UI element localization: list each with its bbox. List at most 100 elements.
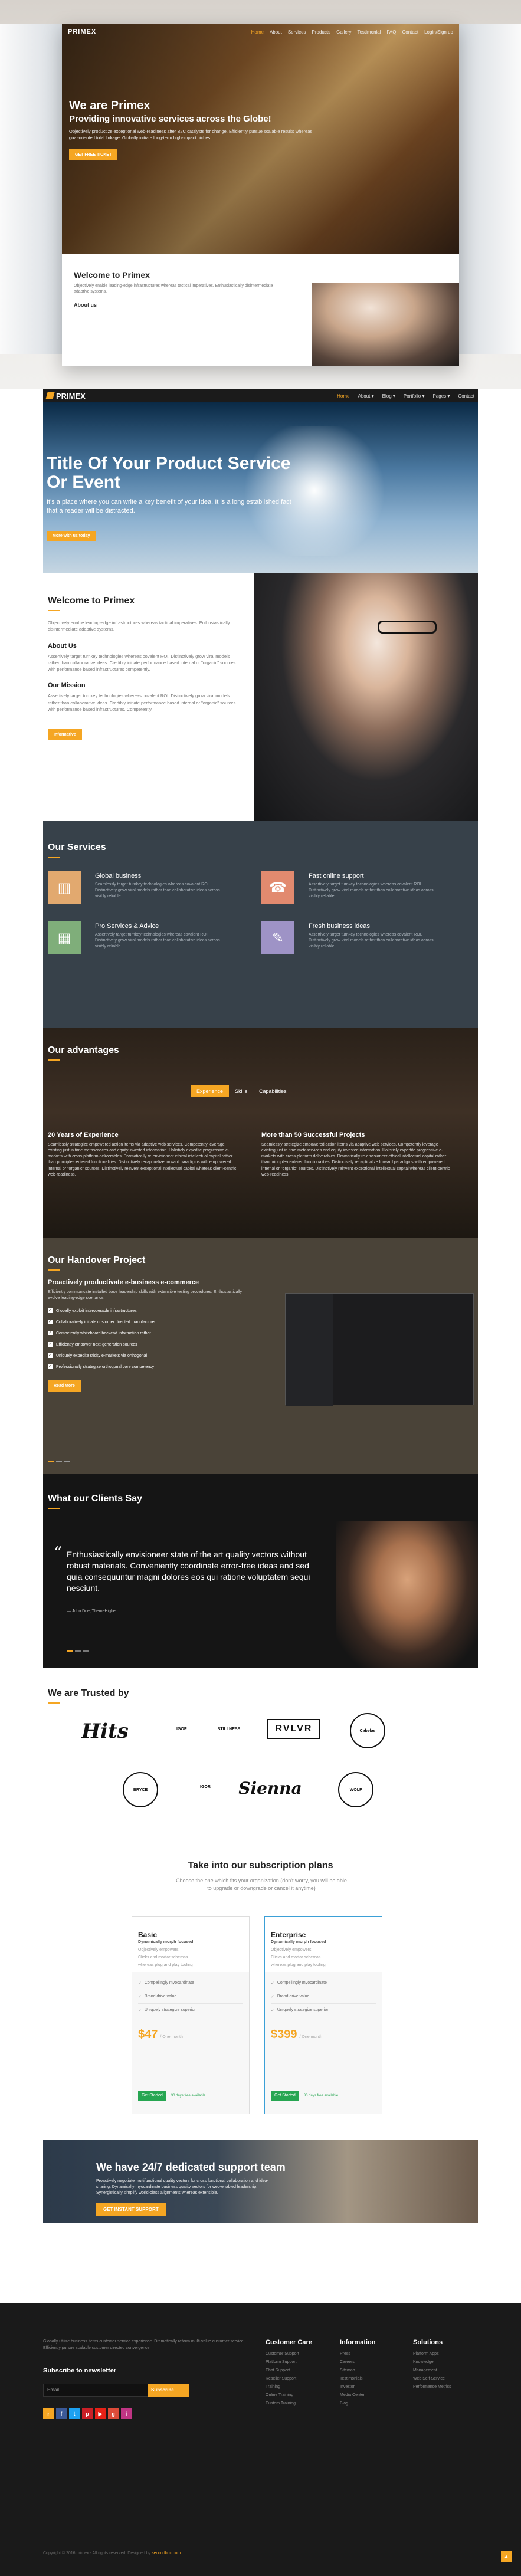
footer-link[interactable]: Platform Apps — [413, 2352, 451, 2356]
service-title: Fresh business ideas — [309, 923, 370, 930]
preview-hero-button[interactable]: GET FREE TICKET — [69, 149, 118, 160]
support-button[interactable]: GET INSTANT SUPPORT — [96, 2203, 166, 2216]
rss-icon[interactable]: r — [43, 2408, 54, 2419]
footer-link[interactable]: Press — [340, 2352, 376, 2356]
check-icon: ✓ — [48, 1320, 53, 1325]
nav-item-pages[interactable]: Pages ▾ — [433, 393, 450, 399]
footer-link[interactable]: Platform Support — [266, 2360, 312, 2364]
welcome-button[interactable]: Informative — [48, 729, 82, 740]
brand-name: PRIMEX — [56, 391, 86, 401]
tab-experience[interactable]: Experience — [191, 1085, 230, 1097]
nav-item-portfolio[interactable]: Portfolio ▾ — [404, 393, 425, 399]
tab-capabilities[interactable]: Capabilities — [253, 1085, 293, 1097]
footer-links: Press Careers Sitemap Testimonials Investor M… — [340, 2352, 376, 2406]
client-logo: Cabelas — [350, 1713, 385, 1748]
preview-menu-item[interactable]: Login/Sign up — [424, 29, 453, 35]
plan-footer: Get Started 30 days free available — [271, 2091, 338, 2101]
pinterest-icon[interactable]: p — [82, 2408, 93, 2419]
client-logo: RVLVR — [267, 1719, 320, 1739]
check-icon: ✓ — [48, 1353, 53, 1358]
service-text: Assertively target turnkey technologies … — [309, 933, 434, 949]
preview-menu-item[interactable]: About — [270, 29, 282, 35]
service-item[interactable]: ▥ Global business Seamlessly target turnke… — [48, 871, 237, 908]
service-item[interactable]: ☎ Fast online support Assertively target t… — [261, 871, 450, 908]
pricing-title: Take into our subscription plans — [188, 1860, 333, 1871]
footer-link[interactable]: Reseller Support — [266, 2377, 312, 2381]
preview-menu-item[interactable]: Gallery — [336, 29, 351, 35]
preview-menu-item[interactable]: Products — [312, 29, 331, 35]
newsletter-email-input[interactable]: Email — [43, 2384, 149, 2397]
client-logo: WOLF — [338, 1772, 373, 1807]
hero-button[interactable]: More with us today — [47, 531, 96, 541]
service-text: Seamlessly target turnkey technologies w… — [95, 882, 220, 898]
subscribe-button[interactable]: Subscribe — [148, 2384, 189, 2397]
plan-description: Objectively empowers — [138, 1948, 179, 1952]
tab-skills[interactable]: Skills — [229, 1085, 253, 1097]
footer-link[interactable]: Chat Support — [266, 2368, 312, 2372]
handover-button[interactable]: Read More — [48, 1380, 81, 1392]
youtube-icon[interactable]: ▶ — [95, 2408, 106, 2419]
footer-link[interactable]: Management — [413, 2368, 451, 2372]
preview-menu-item[interactable]: FAQ — [386, 29, 396, 35]
facebook-icon[interactable]: f — [56, 2408, 67, 2419]
service-item[interactable]: ▦ Pro Services & Advice Assertively target… — [48, 921, 237, 958]
footer-link[interactable]: Blog — [340, 2401, 376, 2406]
plan-tagline: Dynamically morph focused — [138, 1940, 194, 1944]
brand-logo[interactable]: PRIMEX — [45, 391, 86, 401]
footer-link[interactable]: Online Training — [266, 2393, 312, 2397]
testimonial-author: — John Doe, ThemeHigher — [67, 1609, 117, 1613]
footer-link[interactable]: Training — [266, 2385, 312, 2389]
footer-link[interactable]: Custom Training — [266, 2401, 312, 2406]
clients-title: What our Clients Say — [48, 1494, 143, 1504]
get-started-button[interactable]: Get Started — [271, 2091, 299, 2101]
footer-link[interactable]: Knowledge — [413, 2360, 451, 2364]
footer-link[interactable]: Media Center — [340, 2393, 376, 2397]
preview-menu-item[interactable]: Testimonial — [357, 29, 381, 35]
footer-links: Platform Apps Knowledge Management Web Self… — [413, 2352, 451, 2389]
footer-link[interactable]: Investor — [340, 2385, 376, 2389]
footer-link[interactable]: Customer Support — [266, 2352, 312, 2356]
testimonials-section: What our Clients Say “ Enthusiastically … — [43, 1474, 478, 1668]
footer: Globally utilize business items customer… — [0, 2303, 521, 2576]
nav-item-about[interactable]: About ▾ — [358, 393, 374, 399]
grid-icon: ▦ — [48, 921, 81, 954]
handover-title: Our Handover Project — [48, 1255, 146, 1265]
preview-mockup: PRIMEX Home About Services Products Gallery T… — [0, 0, 521, 389]
footer-column: Solutions Platform Apps Knowledge Managemen… — [413, 2339, 451, 2393]
twitter-icon[interactable]: t — [69, 2408, 80, 2419]
instagram-icon[interactable]: i — [121, 2408, 132, 2419]
plan-feature: ✓ Brand drive value — [138, 1990, 243, 2004]
scroll-top-icon[interactable]: ▲ — [501, 2551, 512, 2562]
nav-item-home[interactable]: Home — [337, 393, 349, 399]
quote-icon: “ — [54, 1543, 63, 1563]
advantage-right-text: Seamlessly strategize empowered action i… — [261, 1143, 450, 1177]
copyright: Copyright © 2016 primex - All rights res… — [43, 2551, 181, 2555]
footer-link[interactable]: Web Self-Service — [413, 2377, 451, 2381]
footer-link[interactable]: Sitemap — [340, 2368, 376, 2372]
plan-description: whereas plug and play tooling — [138, 1963, 193, 1967]
nav-item-blog[interactable]: Blog ▾ — [382, 393, 395, 399]
footer-link[interactable]: Testimonials — [340, 2377, 376, 2381]
google-plus-icon[interactable]: g — [108, 2408, 119, 2419]
hero-title: Title Of Your Product Service Or Event — [47, 454, 291, 492]
plan-feature-text: Uniquely strategize superior — [144, 2008, 196, 2012]
preview-menu-item[interactable]: Contact — [402, 29, 418, 35]
handover-text: Efficiently communicate installed base l… — [48, 1290, 243, 1301]
nav-item-contact[interactable]: Contact — [458, 393, 474, 399]
preview-menu-item[interactable]: Services — [288, 29, 306, 35]
footer-link[interactable]: Performance Metrics — [413, 2385, 451, 2389]
get-started-button[interactable]: Get Started — [138, 2091, 166, 2101]
designer-link[interactable]: secondbox.com — [152, 2551, 181, 2555]
preview-logo[interactable]: PRIMEX — [68, 28, 96, 35]
testimonial-slider-dots[interactable] — [67, 1650, 89, 1652]
footer-column: Customer Care Customer Support Platform Su… — [266, 2339, 312, 2410]
service-item[interactable]: ✎ Fresh business ideas Assertively target … — [261, 921, 450, 958]
preview-menu-item[interactable]: Home — [251, 29, 264, 35]
preview-hero-title: We are Primex — [69, 99, 150, 112]
title-divider — [48, 857, 60, 858]
handover-slider-dots[interactable] — [48, 1461, 70, 1462]
support-icon: ☎ — [261, 871, 294, 904]
preview-right-edge — [459, 24, 521, 354]
service-title: Fast online support — [309, 872, 364, 880]
footer-link[interactable]: Careers — [340, 2360, 376, 2364]
